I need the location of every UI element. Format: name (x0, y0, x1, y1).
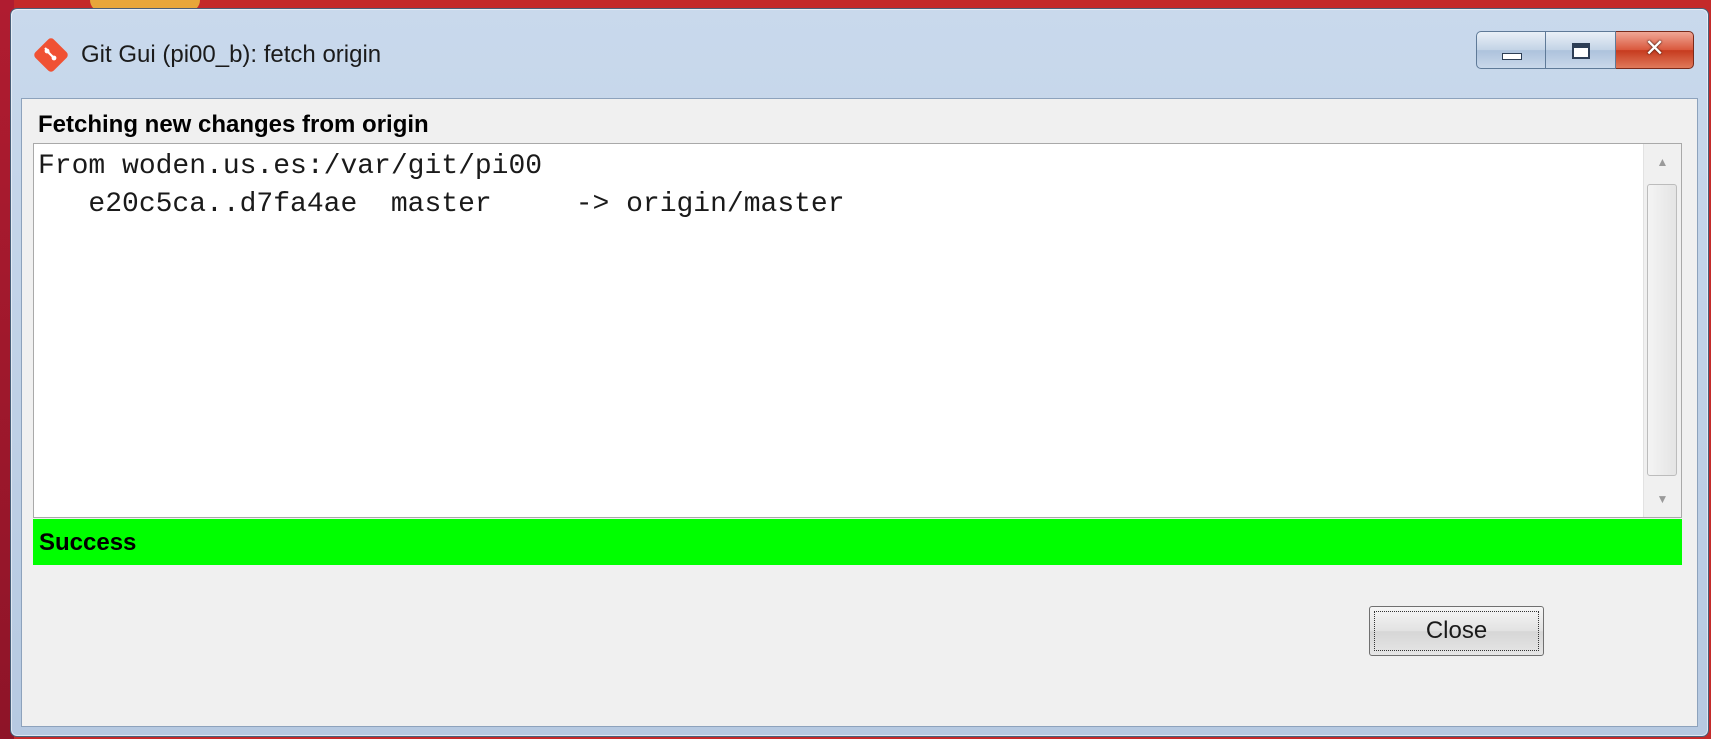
scrollbar-thumb[interactable] (1647, 184, 1677, 476)
fetch-log-content: From woden.us.es:/var/git/pi00 e20c5ca..… (38, 148, 1641, 224)
caption-buttons: ✕ (1476, 31, 1694, 71)
vertical-scrollbar[interactable]: ▲ ▼ (1643, 144, 1681, 517)
close-icon: ✕ (1644, 34, 1665, 62)
maximize-icon (1572, 43, 1590, 59)
dialog-window: Git Gui (pi00_b): fetch origin ✕ Fetchin… (10, 8, 1709, 737)
scroll-down-arrow-icon[interactable]: ▼ (1644, 481, 1681, 517)
status-bar: Success (33, 519, 1682, 565)
git-diamond-icon (34, 38, 68, 72)
close-button[interactable]: Close (1369, 606, 1544, 656)
window-title: Git Gui (pi00_b): fetch origin (81, 41, 382, 68)
scroll-up-arrow-icon[interactable]: ▲ (1644, 144, 1681, 180)
close-window-button[interactable]: ✕ (1616, 31, 1694, 69)
log-line: e20c5ca..d7fa4ae master -> origin/master (38, 189, 845, 220)
status-text: Success (39, 529, 137, 556)
minimize-button[interactable] (1476, 31, 1546, 69)
log-line: From woden.us.es:/var/git/pi00 (38, 151, 543, 182)
fetch-log-textarea[interactable]: From woden.us.es:/var/git/pi00 e20c5ca..… (33, 143, 1682, 518)
maximize-button[interactable] (1546, 31, 1616, 69)
title-bar[interactable]: Git Gui (pi00_b): fetch origin ✕ (11, 9, 1708, 97)
minimize-icon (1502, 53, 1522, 60)
dialog-heading: Fetching new changes from origin (38, 111, 429, 138)
close-button-label: Close (1425, 617, 1488, 644)
dialog-client-area: Fetching new changes from origin From wo… (21, 98, 1698, 727)
